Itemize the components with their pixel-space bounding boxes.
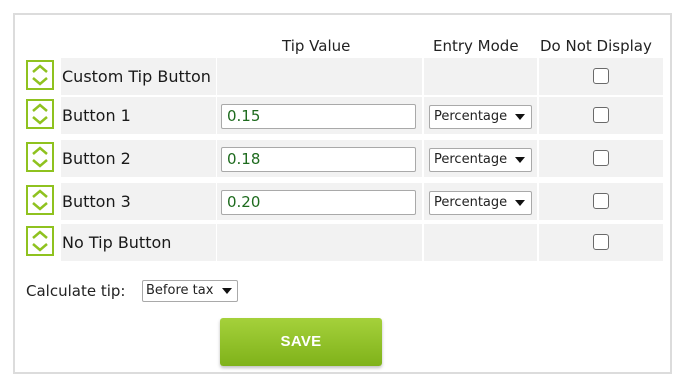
caret-down-icon — [222, 288, 232, 294]
entry-mode-select[interactable]: Percentage — [429, 105, 532, 129]
entry-mode-value: Percentage — [434, 152, 508, 167]
drag-handle-icon[interactable] — [26, 99, 54, 129]
entry-mode-value: Percentage — [434, 195, 508, 210]
drag-handle-icon[interactable] — [26, 226, 54, 256]
do-not-display-cell — [539, 97, 663, 134]
caret-down-icon — [515, 157, 525, 163]
entry-mode-cell: Percentage — [424, 97, 537, 134]
tip-value-input[interactable]: 0.18 — [221, 147, 416, 172]
tip-row-button-1: Button 1 0.15 Percentage — [23, 97, 663, 134]
drag-handle-icon[interactable] — [26, 60, 54, 90]
entry-mode-cell-empty — [424, 58, 537, 95]
do-not-display-checkbox[interactable] — [593, 107, 609, 123]
tip-value-cell-empty — [217, 58, 422, 95]
save-button[interactable]: SAVE — [220, 318, 382, 366]
calculate-tip-label: Calculate tip: — [26, 282, 126, 300]
do-not-display-cell — [539, 58, 663, 95]
header-tip-value: Tip Value — [282, 37, 351, 55]
tip-row-custom: Custom Tip Button — [23, 58, 663, 95]
tip-value-cell-empty — [217, 224, 422, 261]
do-not-display-checkbox[interactable] — [593, 234, 609, 250]
tip-value-cell: 0.15 — [217, 97, 422, 134]
tip-value-input[interactable]: 0.20 — [221, 190, 416, 215]
do-not-display-cell — [539, 140, 663, 177]
row-label: Button 2 — [61, 140, 216, 177]
tip-value-cell: 0.20 — [217, 183, 422, 220]
tip-row-button-2: Button 2 0.18 Percentage — [23, 140, 663, 177]
row-label: Button 3 — [61, 183, 216, 220]
entry-mode-cell: Percentage — [424, 140, 537, 177]
do-not-display-checkbox[interactable] — [593, 150, 609, 166]
do-not-display-checkbox[interactable] — [593, 68, 609, 84]
tip-row-button-3: Button 3 0.20 Percentage — [23, 183, 663, 220]
calculate-tip-select[interactable]: Before tax — [142, 280, 238, 302]
row-label: Button 1 — [61, 97, 216, 134]
caret-down-icon — [515, 200, 525, 206]
calculate-tip-value: Before tax — [146, 283, 214, 298]
do-not-display-cell — [539, 183, 663, 220]
entry-mode-cell-empty — [424, 224, 537, 261]
entry-mode-select[interactable]: Percentage — [429, 148, 532, 172]
drag-handle-icon[interactable] — [26, 142, 54, 172]
header-do-not-display: Do Not Display — [540, 37, 652, 55]
header-entry-mode: Entry Mode — [433, 37, 519, 55]
drag-handle-icon[interactable] — [26, 185, 54, 215]
entry-mode-value: Percentage — [434, 109, 508, 124]
tip-value-input[interactable]: 0.15 — [221, 104, 416, 129]
row-label: Custom Tip Button — [61, 58, 216, 95]
entry-mode-select[interactable]: Percentage — [429, 191, 532, 215]
caret-down-icon — [515, 114, 525, 120]
tip-row-no-tip: No Tip Button — [23, 224, 663, 261]
do-not-display-cell — [539, 224, 663, 261]
do-not-display-checkbox[interactable] — [593, 193, 609, 209]
entry-mode-cell: Percentage — [424, 183, 537, 220]
row-label: No Tip Button — [61, 224, 216, 261]
tip-value-cell: 0.18 — [217, 140, 422, 177]
